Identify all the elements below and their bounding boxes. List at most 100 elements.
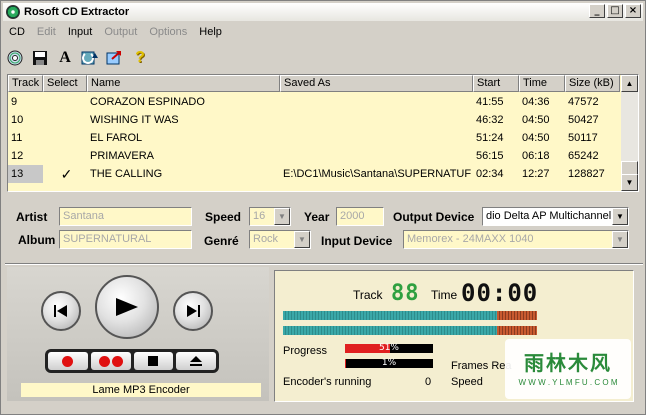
col-name[interactable]: Name — [87, 75, 280, 92]
menu-options[interactable]: Options — [143, 26, 193, 38]
scroll-down-button[interactable]: ▼ — [621, 174, 638, 191]
track-list-header: Track Select Name Saved As Start Time Si… — [8, 75, 620, 92]
maximize-button[interactable]: □ — [607, 4, 623, 18]
chevron-down-icon[interactable]: ▼ — [294, 231, 310, 248]
scroll-up-button[interactable]: ▲ — [621, 75, 638, 92]
table-row[interactable]: 10 WISHING IT WAS 46:32 04:50 50427 — [8, 111, 620, 129]
speed-select[interactable]: 16 ▼ — [249, 207, 291, 226]
level-meter-right — [283, 326, 537, 335]
col-saved-as[interactable]: Saved As — [280, 75, 473, 92]
watermark-title: 雨林木风 — [524, 353, 612, 375]
font-icon[interactable]: A — [55, 48, 75, 68]
record-icon — [62, 355, 74, 367]
output-device-label: Output Device — [393, 210, 475, 224]
track-time: 04:50 — [522, 114, 550, 126]
chevron-down-icon[interactable]: ▼ — [612, 208, 628, 225]
track-size: 47572 — [568, 96, 599, 108]
speed-value: 16 — [253, 210, 266, 222]
previous-track-button[interactable] — [41, 291, 81, 331]
help-icon[interactable]: ? — [130, 48, 150, 68]
menu-output[interactable]: Output — [98, 26, 143, 38]
col-select[interactable]: Select — [43, 75, 87, 92]
track-list[interactable]: Track Select Name Saved As Start Time Si… — [7, 74, 639, 192]
time-display: 00:00 — [461, 279, 539, 307]
saved-as — [280, 93, 473, 111]
play-button[interactable] — [95, 275, 159, 339]
col-size[interactable]: Size (kB) — [565, 75, 620, 92]
divider — [5, 263, 643, 265]
eject-button[interactable] — [176, 352, 216, 370]
album-field[interactable]: SUPERNATURAL — [59, 230, 192, 249]
watermark-url: W W W . Y L M F U . C O M — [518, 378, 618, 387]
menu-cd[interactable]: CD — [3, 26, 31, 38]
menu-help[interactable]: Help — [193, 26, 228, 38]
watermark-logo: 雨林木风 W W W . Y L M F U . C O M — [505, 339, 631, 399]
properties-panel: Artist Santana Album SUPERNATURAL Speed … — [7, 199, 639, 257]
progress-bar-1: 51% — [345, 344, 433, 353]
progress-fill-2 — [345, 359, 346, 368]
progress-text-1: 51% — [378, 343, 399, 353]
scroll-thumb[interactable] — [621, 161, 638, 175]
col-start[interactable]: Start — [473, 75, 519, 92]
chevron-down-icon[interactable]: ▼ — [612, 231, 628, 248]
record-button[interactable] — [48, 352, 88, 370]
select-check: ✓ — [60, 166, 73, 182]
close-button[interactable]: × — [625, 4, 641, 18]
track-name: WISHING IT WAS — [90, 114, 179, 126]
track-name: PRIMAVERA — [90, 150, 154, 162]
track-size: 65242 — [568, 150, 599, 162]
artist-label: Artist — [16, 210, 48, 224]
track-time: 06:18 — [522, 150, 550, 162]
speed-label: Speed — [205, 210, 242, 224]
title-bar[interactable]: Rosoft CD Extractor _ □ × — [3, 3, 643, 21]
track-list-scrollbar[interactable]: ▲ ▼ — [621, 75, 638, 191]
table-row[interactable]: 11 EL FAROL 51:24 04:50 50117 — [8, 129, 620, 147]
save-icon[interactable] — [30, 48, 50, 68]
output-device-select[interactable]: dio Delta AP Multichannel ▼ — [482, 207, 629, 226]
menu-bar: CD Edit Input Output Options Help — [3, 23, 228, 41]
minimize-button[interactable]: _ — [589, 4, 605, 18]
menu-input[interactable]: Input — [62, 26, 98, 38]
output-device-value: dio Delta AP Multichannel — [486, 210, 612, 222]
skip-back-icon — [54, 305, 67, 317]
track-start: 51:24 — [476, 132, 504, 144]
refresh-icon[interactable] — [80, 48, 100, 68]
track-size: 128827 — [568, 168, 605, 180]
year-label: Year — [304, 210, 330, 224]
saved-as: E:\DC1\Music\Santana\SUPERNATUF — [283, 168, 472, 180]
genre-select[interactable]: Rock ▼ — [249, 230, 311, 249]
export-icon[interactable] — [105, 48, 125, 68]
table-row[interactable]: 9 CORAZON ESPINADO 41:55 04:36 47572 — [8, 93, 620, 111]
chevron-down-icon[interactable]: ▼ — [274, 208, 290, 225]
artist-field[interactable]: Santana — [59, 207, 192, 226]
track-time: 04:50 — [522, 132, 550, 144]
menu-edit[interactable]: Edit — [31, 26, 62, 38]
track-name: CORAZON ESPINADO — [90, 96, 205, 108]
table-row[interactable]: 12 PRIMAVERA 56:15 06:18 65242 — [8, 147, 620, 165]
track-name: THE CALLING — [90, 168, 163, 180]
main-window: Rosoft CD Extractor _ □ × CD Edit Input … — [0, 0, 646, 415]
encoder-status-label: Encoder's running — [283, 376, 372, 388]
select-check — [43, 111, 87, 129]
track-start: 02:34 — [476, 168, 504, 180]
year-field[interactable]: 2000 — [336, 207, 384, 226]
stop-button[interactable] — [133, 352, 174, 370]
toolbar: A ? — [5, 45, 150, 71]
record-all-button[interactable] — [90, 352, 131, 370]
select-check — [43, 147, 87, 165]
select-check — [43, 129, 87, 147]
col-time[interactable]: Time — [519, 75, 565, 92]
col-track[interactable]: Track — [8, 75, 43, 92]
play-icon — [116, 298, 138, 316]
track-number: 11 — [11, 132, 23, 144]
transport-controls — [45, 349, 219, 373]
eject-icon — [190, 356, 203, 366]
table-row[interactable]: 13 ✓ THE CALLING E:\DC1\Music\Santana\SUPER… — [8, 165, 620, 183]
cd-icon[interactable] — [5, 48, 25, 68]
input-device-select[interactable]: Memorex - 24MAXX 1040 ▼ — [403, 230, 629, 249]
track-start: 41:55 — [476, 96, 504, 108]
saved-as — [280, 129, 473, 147]
progress-text-2: 1% — [381, 358, 397, 368]
help-glyph: ? — [135, 49, 145, 66]
next-track-button[interactable] — [173, 291, 213, 331]
